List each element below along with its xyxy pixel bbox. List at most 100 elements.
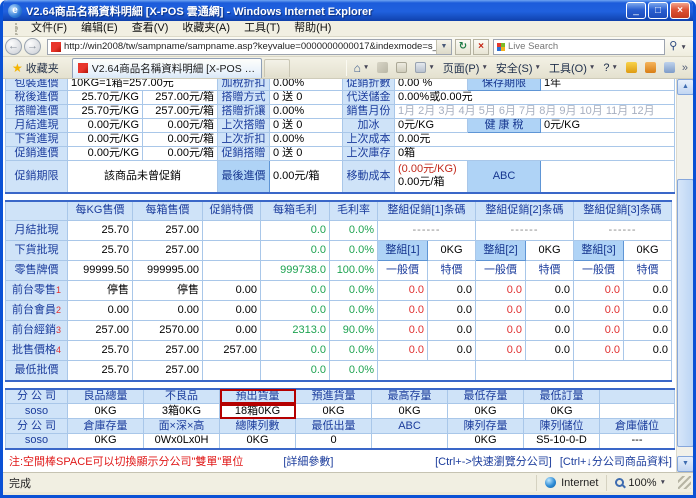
field-label: 稅後進價 <box>5 90 68 105</box>
menu-help[interactable]: 帮助(H) <box>287 21 338 36</box>
menu-favorites[interactable]: 收藏夹(A) <box>175 21 237 36</box>
zoom-segment[interactable]: 100% ▼ <box>606 474 674 491</box>
print-button[interactable]: ▼ <box>411 58 438 78</box>
safety-menu-label: 安全(S) <box>495 62 533 75</box>
last-purchase-price-button[interactable]: 最後進價 <box>217 160 270 193</box>
scroll-up-arrow[interactable]: ▲ <box>677 79 693 95</box>
menu-file[interactable]: 文件(F) <box>24 21 74 36</box>
column-header: 總陳列數 <box>219 418 296 434</box>
addon-icon <box>644 62 656 73</box>
moving-cost-value: (0.00元/KG) 0.00元/箱 <box>394 160 468 193</box>
toolbar-separator <box>345 59 347 76</box>
maximize-button[interactable]: □ <box>648 2 668 19</box>
search-input[interactable] <box>508 40 664 53</box>
toolbar-grip <box>15 22 18 35</box>
cell-value: 0KG <box>525 240 575 261</box>
feeds-button[interactable] <box>373 58 392 78</box>
field-label: 促銷搭贈 <box>217 146 270 161</box>
safety-menu-button[interactable]: 安全(S) ▼ <box>492 58 545 78</box>
menu-tools[interactable]: 工具(T) <box>237 21 287 36</box>
field-label: 搭贈進價 <box>5 104 68 119</box>
addon-button-2[interactable] <box>641 58 660 78</box>
read-mail-button[interactable] <box>392 58 411 78</box>
cell-value: 0.0 <box>426 280 477 301</box>
scrollbar-thumb[interactable] <box>677 179 693 447</box>
field-value: 0.00元/箱 <box>269 160 343 193</box>
cell-value: 257.00 <box>132 220 203 241</box>
cell-value <box>376 360 477 381</box>
minimize-button[interactable]: _ <box>626 2 646 19</box>
menu-view[interactable]: 查看(V) <box>125 21 176 36</box>
favorites-button[interactable]: ★ 收藏夹 <box>5 58 66 78</box>
cell-value: 2313.0 <box>260 320 330 341</box>
toolbar-overflow-chevron[interactable]: » <box>679 62 691 74</box>
table-row: 前台經銷3 257.00 2570.00 0.00 2313.0 90.0% 0… <box>5 320 673 341</box>
abc-button[interactable]: ABC <box>467 160 541 193</box>
field-label: 促銷進價 <box>5 146 68 161</box>
vertical-scrollbar[interactable]: ▲ ▼ <box>676 79 693 472</box>
table-row: 下貨進現 0.00元/KG 0.00元/箱 上次折扣 0.00% 上次成本 0.… <box>5 132 675 147</box>
branch-name: soso <box>5 403 68 419</box>
field-value: 1年 <box>540 79 675 91</box>
cell-value: 0KG <box>447 403 524 419</box>
ctrl-right-branch-link[interactable]: [Ctrl+->快速瀏覽分公司] <box>435 453 552 469</box>
ctrl-down-branch-product-link[interactable]: [Ctrl+↓分公司商品資料] <box>560 453 672 469</box>
home-button[interactable]: ⌂ ▼ <box>350 58 374 78</box>
active-tab[interactable]: V2.64商品名稱資料明細 [X-POS 雲通網] <box>71 57 262 78</box>
addon-button-3[interactable] <box>660 58 679 78</box>
cell-value: 0.0 <box>260 280 330 301</box>
zoom-dropdown-icon[interactable]: ▼ <box>660 479 666 486</box>
field-label: 上次庫存 <box>342 146 395 161</box>
stop-button[interactable]: × <box>473 38 489 55</box>
search-dropdown-icon[interactable]: ▼ <box>680 44 686 51</box>
table-row: 最低批價 25.70 257.00 0.0 0.0% <box>5 360 673 381</box>
cell-value: 0.0 <box>525 300 575 321</box>
search-box <box>493 38 665 55</box>
cell-value: 257.00 <box>132 340 203 361</box>
cell-value: 0.0 <box>623 280 673 301</box>
forward-button[interactable]: → <box>24 38 41 55</box>
row-label: 零售牌價 <box>5 260 68 281</box>
chevron-down-icon: ▼ <box>534 64 541 71</box>
scroll-down-arrow[interactable]: ▼ <box>677 456 693 472</box>
cell-value: 100.0% <box>329 260 378 281</box>
menu-edit[interactable]: 编辑(E) <box>74 21 125 36</box>
column-header: 毛利率 <box>329 200 378 221</box>
back-button[interactable]: ← <box>5 38 22 55</box>
shelf-life-button[interactable]: 保存期限 <box>467 79 541 91</box>
column-header: 最低出量 <box>295 418 372 434</box>
footer-note-row: 注:空間棒SPACE可以切換顯示分公司"雙單"單位 [詳細參數] [Ctrl+-… <box>5 453 676 469</box>
group-promo-3-button[interactable]: 整組[3] <box>573 240 625 261</box>
search-magnifier-icon[interactable]: ⚲ ▼ <box>665 38 691 56</box>
cell-value: 停售 <box>132 280 203 301</box>
cell-value: 0KG <box>426 240 477 261</box>
cell-value: 0.0 <box>260 340 330 361</box>
group-promo-1-button[interactable]: 整組[1] <box>377 240 428 261</box>
column-header: 倉庫儲位 <box>599 418 675 434</box>
field-value: 0元/KG <box>540 118 675 133</box>
cell-value: 90.0% <box>329 320 378 341</box>
cell-value: 25.70 <box>67 240 133 261</box>
feeds-icon <box>377 62 389 73</box>
field-label: 銷售月份 <box>342 104 395 119</box>
table-header-row: 分 公 司 良品總量 不良品 預出貨量 預進貨量 最高存量 最低存量 最低訂量 <box>5 388 675 404</box>
address-dropdown-icon[interactable]: ▼ <box>436 39 451 54</box>
page-menu-button[interactable]: 页面(P) ▼ <box>439 58 492 78</box>
detail-params-link[interactable]: [詳細參數] <box>283 453 333 469</box>
cell-value: 257.00 <box>202 340 261 361</box>
close-button[interactable]: × <box>670 2 690 19</box>
resize-grip[interactable] <box>678 476 691 489</box>
new-tab-button[interactable] <box>263 58 290 77</box>
address-input[interactable] <box>64 39 436 54</box>
refresh-button[interactable]: ↻ <box>455 38 471 55</box>
addon-button-1[interactable] <box>622 58 641 78</box>
help-button[interactable]: ? ▼ <box>599 58 622 78</box>
cell-value: 0.0 <box>377 340 428 361</box>
window-controls: _ □ × <box>626 2 690 19</box>
health-tax-button[interactable]: 健 康 稅 <box>467 118 541 133</box>
tools-menu-button[interactable]: 工具(O) ▼ <box>545 58 599 78</box>
table-row: 批售價格4 25.70 257.00 257.00 0.0 0.0% 0.0 0… <box>5 340 673 361</box>
cell-value: 0KG <box>295 403 372 419</box>
field-value: 25.70元/KG <box>67 90 143 105</box>
group-promo-2-button[interactable]: 整組[2] <box>475 240 527 261</box>
